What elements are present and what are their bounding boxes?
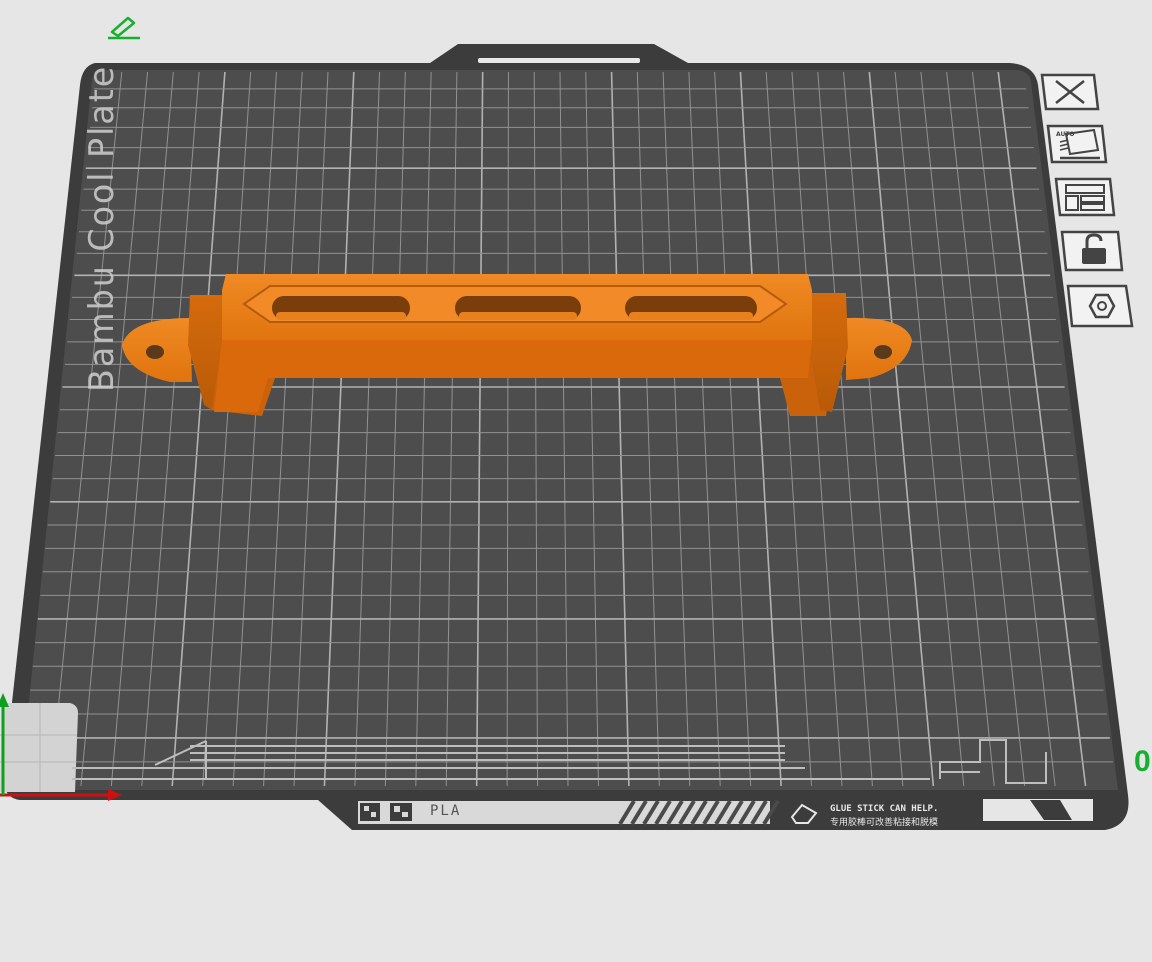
- origin-patch: [0, 703, 78, 792]
- svg-text:AUTO: AUTO: [1056, 131, 1075, 138]
- build-plate-viewport[interactable]: [0, 0, 1152, 962]
- close-plate-button[interactable]: [1040, 73, 1100, 113]
- axis-origin-label: 0: [1134, 745, 1151, 778]
- glue-notice-cn: 专用胶棒可改善粘接和脱模: [830, 818, 939, 828]
- arrange-button[interactable]: [1054, 177, 1116, 219]
- lock-plate-button[interactable]: [1060, 230, 1126, 274]
- filament-label: PLA: [430, 803, 462, 819]
- plate-notch: [478, 58, 640, 63]
- edit-plate-name-icon[interactable]: [106, 14, 142, 45]
- glue-notice-en: GLUE STICK CAN HELP.: [830, 804, 939, 814]
- plate-settings-button[interactable]: [1066, 284, 1136, 330]
- auto-orient-button[interactable]: AUTO: [1046, 124, 1108, 166]
